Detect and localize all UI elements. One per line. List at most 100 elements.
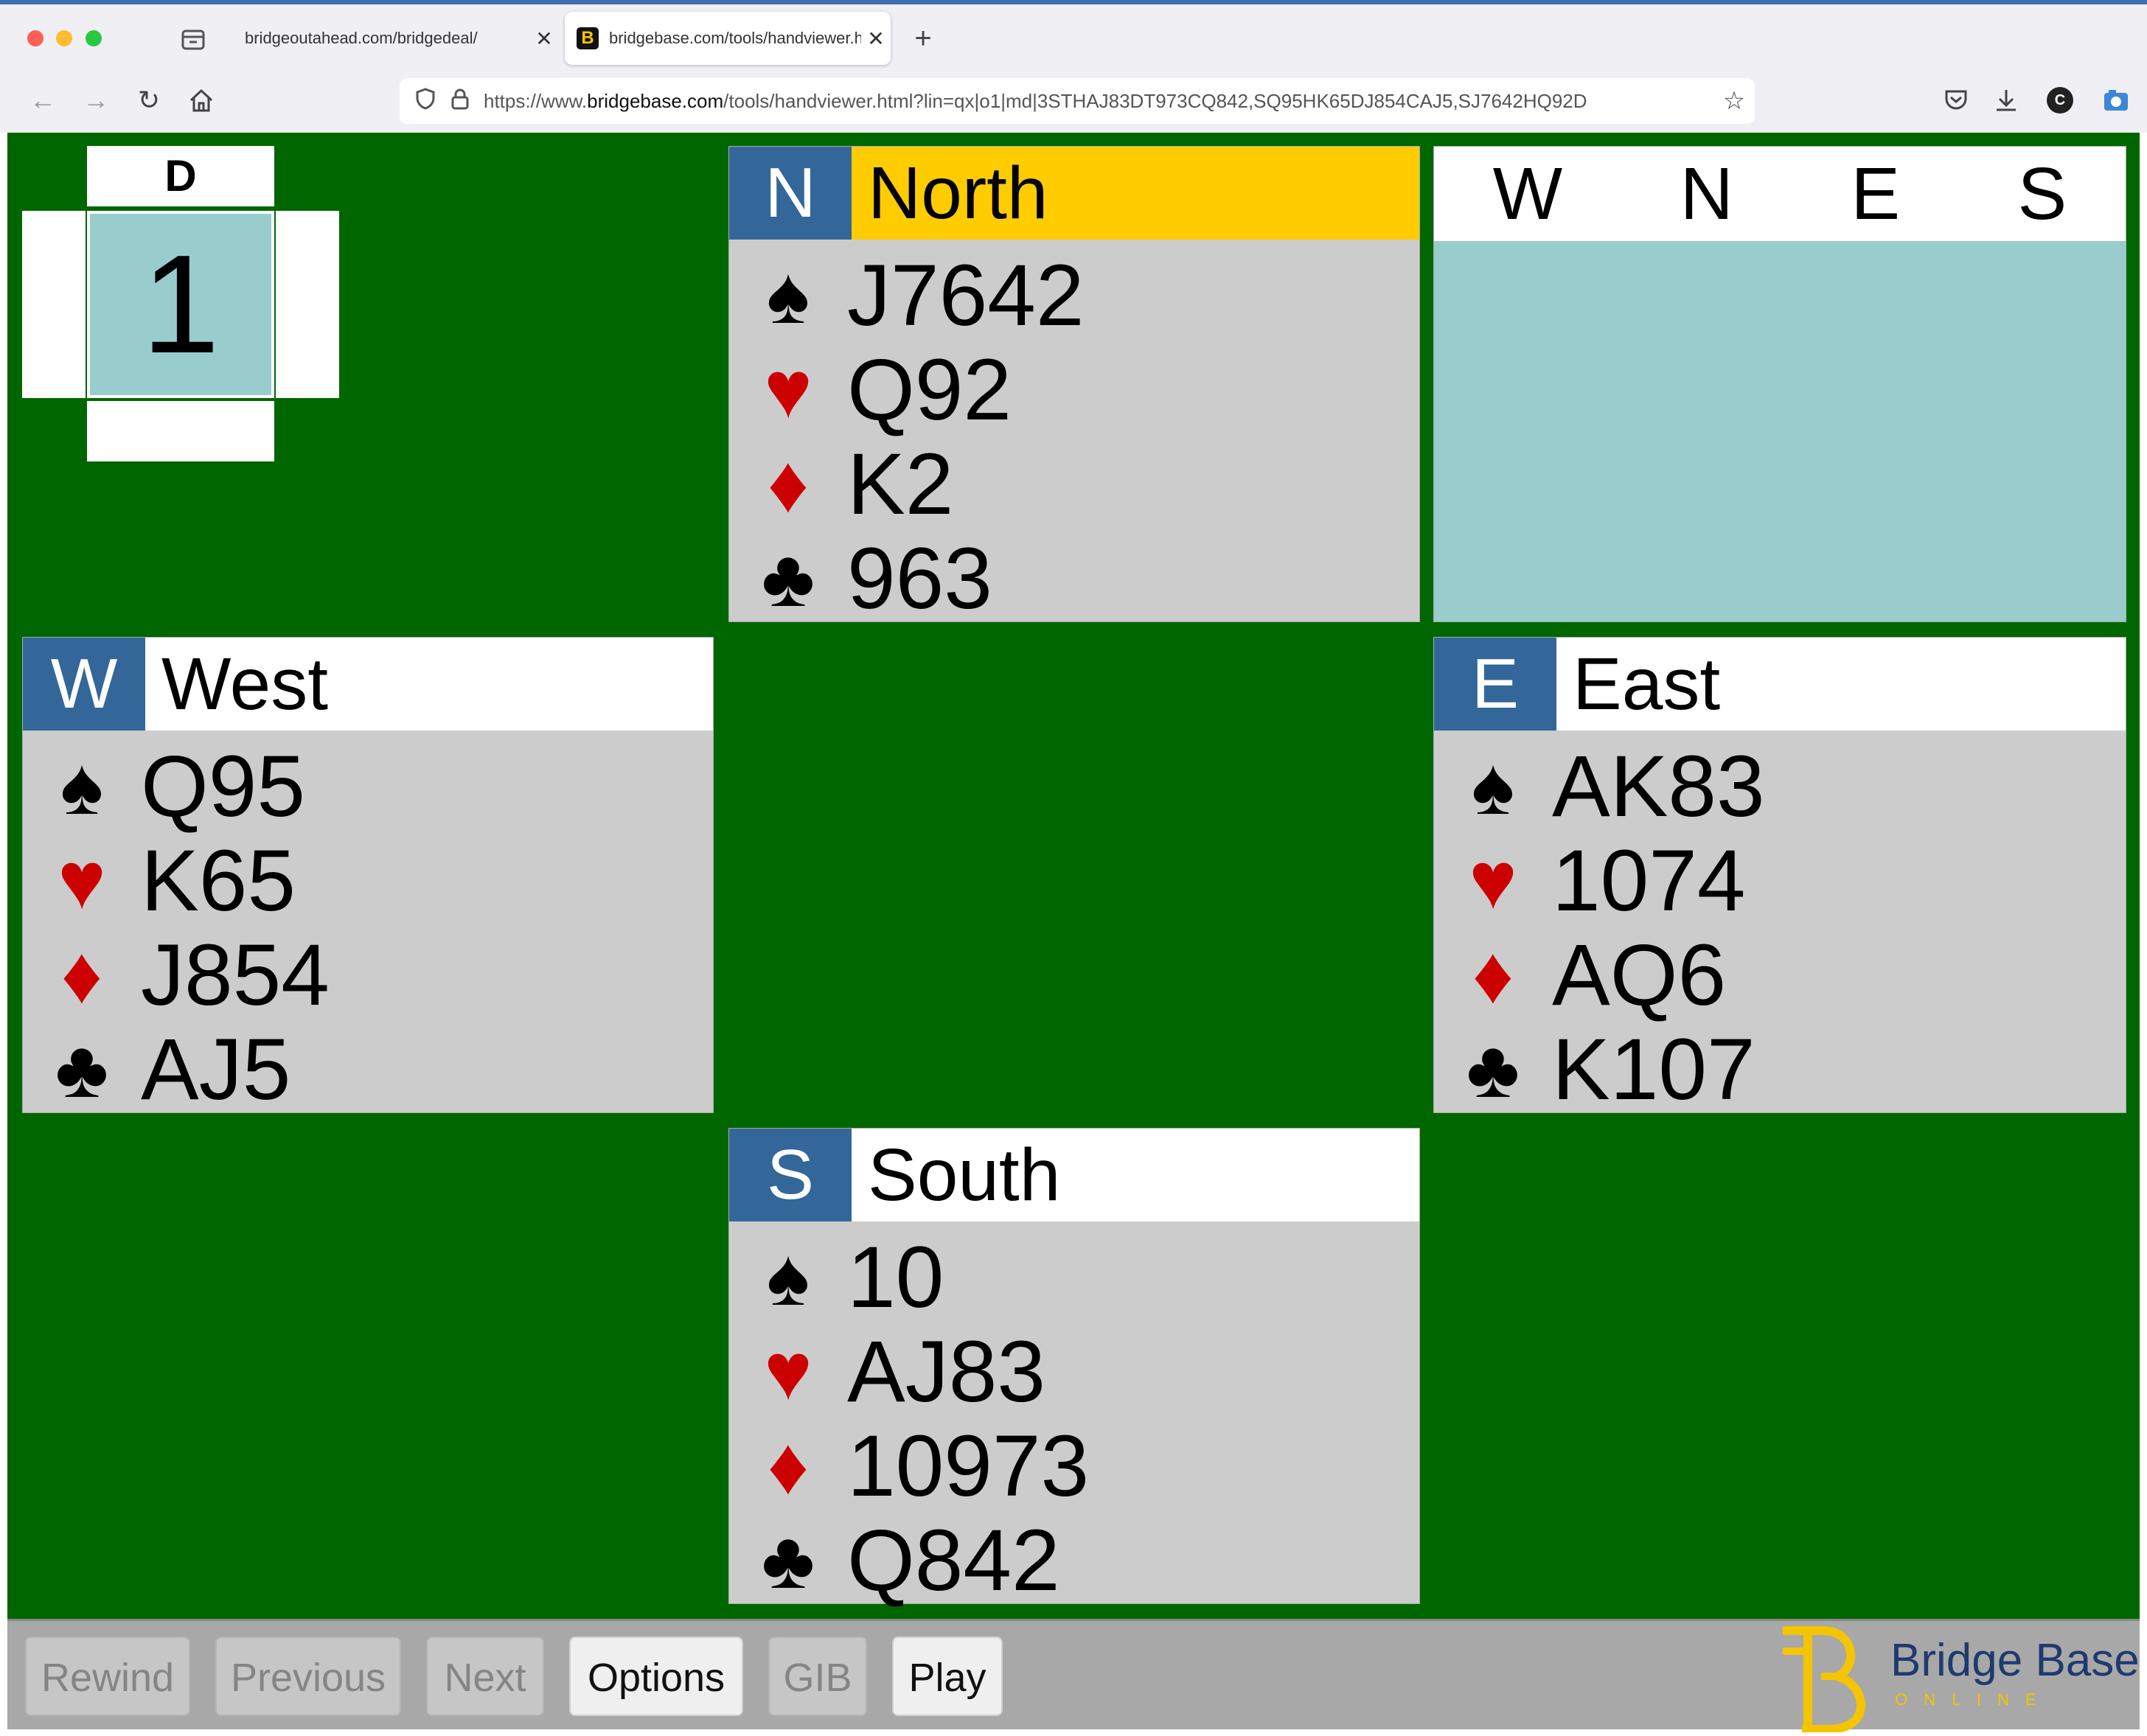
bidding-header-west: W — [1492, 152, 1563, 235]
bidding-header-north: N — [1680, 152, 1733, 235]
club-icon: ♣ — [55, 1024, 109, 1115]
diamond-holding: ♦ AQ6 — [1434, 928, 1726, 1022]
diamond-holding: ♦ K2 — [729, 437, 953, 531]
spade-cards[interactable]: Q95 — [141, 739, 305, 834]
club-icon: ♣ — [761, 533, 815, 624]
bbo-logo-subtext: O N L I N E — [1895, 1690, 2042, 1709]
south-hand-header: S South — [729, 1129, 1419, 1221]
spade-holding: ♠ 10 — [729, 1230, 944, 1325]
club-holding: ♣ Q842 — [729, 1513, 1060, 1608]
download-icon[interactable] — [1991, 86, 2022, 115]
east-vulnerability-box — [276, 211, 339, 398]
close-window-button[interactable] — [27, 30, 44, 46]
club-cards[interactable]: Q842 — [847, 1513, 1060, 1608]
bidding-header-south: S — [2017, 152, 2067, 235]
close-tab-icon[interactable]: ✕ — [529, 27, 559, 51]
bbo-logo-text: Bridge Base — [1890, 1635, 2140, 1686]
club-holding: ♣ AJ5 — [23, 1022, 290, 1117]
seat-letter: N — [729, 147, 852, 240]
north-hand-header: N North — [729, 147, 1419, 240]
tab-overview-icon[interactable] — [177, 25, 209, 55]
spade-holding: ♠ AK83 — [1434, 739, 1765, 834]
reload-icon[interactable]: ↻ — [131, 83, 167, 118]
diamond-cards[interactable]: K2 — [847, 437, 953, 531]
seat-letter: S — [729, 1129, 852, 1221]
club-holding: ♣ K107 — [1434, 1022, 1755, 1117]
back-icon[interactable]: ← — [25, 83, 60, 118]
lock-icon[interactable] — [444, 88, 476, 115]
rewind-button[interactable]: Rewind — [25, 1636, 190, 1716]
heart-icon: ♥ — [1469, 835, 1517, 926]
club-cards[interactable]: K107 — [1552, 1022, 1755, 1117]
dealer-label: D — [87, 146, 274, 206]
east-hand: E East ♠ AK83 ♥ 1074 ♦ AQ6 ♣ K107 — [1433, 637, 2126, 1117]
seat-name: South — [868, 1134, 1061, 1216]
bbo-favicon-icon: B — [577, 27, 599, 49]
diamond-cards[interactable]: AQ6 — [1552, 928, 1726, 1022]
north-hand: N North ♠ J7642 ♥ Q92 ♦ K2 ♣ 963 — [728, 146, 1420, 626]
gib-button[interactable]: GIB — [768, 1636, 867, 1716]
shield-icon[interactable] — [407, 87, 444, 115]
spade-icon: ♠ — [1471, 741, 1515, 832]
tab-bridgeoutahead[interactable]: bridgeoutahead.com/bridgedeal/ ✕ — [227, 12, 559, 65]
bookmark-star-icon[interactable]: ☆ — [1713, 86, 1755, 116]
club-holding: ♣ 963 — [729, 531, 992, 626]
spade-cards[interactable]: J7642 — [847, 248, 1085, 343]
new-tab-button[interactable]: + — [908, 18, 938, 59]
heart-cards[interactable]: Q92 — [847, 343, 1012, 437]
home-icon[interactable] — [186, 86, 217, 115]
club-icon: ♣ — [761, 1515, 815, 1606]
extension-icon[interactable] — [2100, 86, 2132, 115]
heart-holding: ♥ K65 — [23, 834, 296, 928]
diamond-holding: ♦ J854 — [23, 928, 330, 1022]
spade-cards[interactable]: 10 — [847, 1230, 944, 1325]
club-icon: ♣ — [1466, 1024, 1520, 1115]
west-vulnerability-box — [22, 211, 86, 398]
minimize-window-button[interactable] — [56, 30, 72, 46]
play-button[interactable]: Play — [892, 1636, 1003, 1716]
board-number: 1 — [87, 211, 274, 398]
pocket-icon[interactable] — [1941, 86, 1972, 115]
bbo-logo-icon — [1775, 1622, 1871, 1734]
next-button[interactable]: Next — [426, 1636, 544, 1716]
heart-icon: ♥ — [58, 835, 106, 926]
spade-cards[interactable]: AK83 — [1552, 739, 1765, 834]
heart-holding: ♥ 1074 — [1434, 834, 1746, 928]
account-avatar[interactable]: C — [2047, 87, 2073, 114]
spade-icon: ♠ — [766, 250, 810, 341]
tab-label: bridgeoutahead.com/bridgedeal/ — [245, 29, 478, 47]
diamond-icon: ♦ — [767, 439, 810, 529]
club-cards[interactable]: AJ5 — [141, 1022, 290, 1117]
bidding-header-east: E — [1851, 152, 1901, 235]
diamond-cards[interactable]: J854 — [141, 928, 330, 1022]
seat-name: West — [161, 643, 328, 725]
heart-cards[interactable]: 1074 — [1552, 834, 1746, 928]
heart-holding: ♥ AJ83 — [729, 1325, 1045, 1419]
bidding-box: W N E S — [1433, 146, 2126, 622]
tab-label: bridgebase.com/tools/handviewer.html — [609, 29, 861, 47]
club-cards[interactable]: 963 — [847, 531, 992, 626]
diamond-icon: ♦ — [1472, 930, 1514, 1020]
tab-bridgebase[interactable]: B bridgebase.com/tools/handviewer.html ✕ — [565, 12, 891, 65]
diamond-icon: ♦ — [60, 930, 103, 1020]
spade-holding: ♠ J7642 — [729, 248, 1085, 343]
spade-holding: ♠ Q95 — [23, 739, 305, 834]
diamond-cards[interactable]: 10973 — [847, 1419, 1089, 1513]
heart-cards[interactable]: AJ83 — [847, 1325, 1045, 1419]
heart-cards[interactable]: K65 — [141, 834, 296, 928]
seat-letter: E — [1434, 638, 1556, 731]
close-tab-icon[interactable]: ✕ — [861, 27, 891, 51]
east-hand-header: E East — [1434, 638, 2126, 731]
heart-holding: ♥ Q92 — [729, 343, 1012, 437]
address-bar[interactable]: https://www.bridgebase.com/tools/handvie… — [400, 78, 1755, 124]
forward-icon[interactable]: → — [78, 83, 114, 118]
previous-button[interactable]: Previous — [215, 1636, 401, 1716]
south-vulnerability-box — [87, 401, 274, 461]
window-top-border — [0, 0, 2147, 4]
diamond-icon: ♦ — [767, 1420, 810, 1511]
seat-name: North — [868, 152, 1048, 234]
zoom-window-button[interactable] — [86, 30, 102, 46]
seat-letter: W — [23, 638, 145, 731]
spade-icon: ♠ — [60, 741, 104, 832]
options-button[interactable]: Options — [569, 1636, 743, 1716]
